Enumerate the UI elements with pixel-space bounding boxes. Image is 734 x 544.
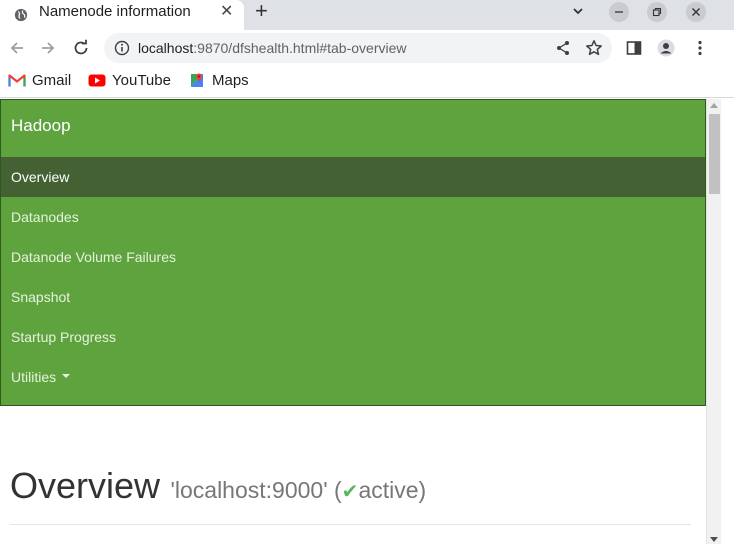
globe-icon [14, 8, 28, 22]
nav-item-label: Datanode Volume Failures [11, 249, 176, 265]
site-info-icon[interactable] [114, 40, 130, 56]
window-edge [721, 99, 734, 544]
nav-item-label: Overview [11, 169, 70, 185]
back-arrow-icon[interactable] [8, 39, 26, 57]
nav-item-snapshot[interactable]: Snapshot [1, 277, 705, 317]
nav-item-label: Startup Progress [11, 329, 117, 345]
restore-icon [652, 7, 662, 17]
close-window-button[interactable] [686, 2, 706, 22]
minimize-icon [615, 11, 623, 13]
nav-item-label: Utilities [11, 369, 57, 385]
nav-item-datanodes[interactable]: Datanodes [1, 197, 705, 237]
youtube-icon [88, 74, 106, 87]
page-viewport: Hadoop Overview Datanodes Datanode Volum… [0, 99, 706, 544]
bookmark-youtube[interactable]: YouTube [88, 71, 176, 91]
paren-close: ) [418, 477, 427, 503]
kebab-menu-icon[interactable] [691, 39, 709, 57]
profile-avatar-icon[interactable] [657, 39, 675, 57]
side-panel-icon[interactable] [625, 39, 643, 57]
address-bar[interactable]: localhost:9870/dfshealth.html#tab-overvi… [104, 33, 612, 63]
maps-icon [191, 73, 203, 87]
nav-item-utilities[interactable]: Utilities [1, 357, 705, 397]
browser-toolbar: localhost:9870/dfshealth.html#tab-overvi… [0, 30, 734, 66]
namenode-host: 'localhost:9000' [170, 477, 328, 503]
bookmarks-bar: Gmail YouTube Maps [0, 66, 734, 98]
nav-item-datanode-volume-failures[interactable]: Datanode Volume Failures [1, 237, 705, 277]
bookmark-label: Maps [212, 72, 249, 89]
caret-down-icon [62, 374, 71, 379]
nav-item-label: Snapshot [11, 289, 71, 305]
nav-item-label: Datanodes [11, 209, 79, 225]
checkmark-icon: ✔ [341, 481, 359, 503]
namenode-status: 'localhost:9000' (✔active) [170, 477, 426, 503]
restore-button[interactable] [647, 2, 667, 22]
nav-item-startup-progress[interactable]: Startup Progress [1, 317, 705, 357]
share-icon[interactable] [555, 40, 571, 56]
tab-strip: Namenode information ✕ + [0, 0, 734, 30]
browser-tab[interactable]: Namenode information ✕ [0, 0, 244, 30]
bookmark-label: YouTube [112, 72, 171, 89]
minimize-button[interactable] [609, 2, 629, 22]
url-text[interactable]: localhost:9870/dfshealth.html#tab-overvi… [138, 39, 407, 57]
scroll-down-arrow-icon[interactable] [710, 537, 718, 542]
page-scrollbar[interactable] [706, 99, 721, 544]
forward-arrow-icon[interactable] [39, 39, 57, 57]
close-icon [692, 8, 700, 16]
navbar-brand[interactable]: Hadoop [11, 116, 71, 136]
bookmark-gmail[interactable]: Gmail [8, 71, 78, 91]
bookmark-star-icon[interactable] [585, 39, 603, 57]
scroll-up-arrow-icon[interactable] [710, 103, 718, 108]
page-title-text: Overview [10, 465, 161, 506]
url-path: :9870/dfshealth.html#tab-overview [193, 40, 407, 56]
title-divider [10, 524, 691, 525]
reload-icon[interactable] [72, 39, 90, 57]
page-title: Overview 'localhost:9000' (✔active) [10, 466, 426, 506]
url-host: localhost [138, 40, 194, 56]
new-tab-button[interactable]: + [255, 0, 268, 22]
paren-open: ( [334, 477, 342, 503]
scrollbar-thumb[interactable] [709, 114, 720, 194]
tab-close-icon[interactable]: ✕ [220, 3, 233, 21]
nav-item-label-wrap: Utilities [11, 369, 71, 385]
bookmark-maps[interactable]: Maps [188, 71, 252, 91]
nav-item-overview[interactable]: Overview [1, 157, 705, 197]
hadoop-navbar: Hadoop Overview Datanodes Datanode Volum… [0, 99, 706, 406]
gmail-icon [8, 74, 26, 87]
tab-search-chevron-icon[interactable] [571, 4, 585, 18]
status-label: active [358, 477, 419, 503]
bookmark-label: Gmail [32, 72, 72, 89]
tab-title: Namenode information [39, 3, 191, 20]
